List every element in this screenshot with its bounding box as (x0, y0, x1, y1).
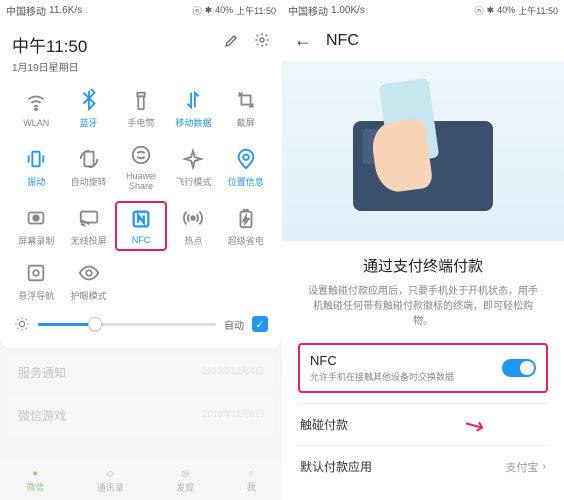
status-bar: 中国移动 11.6K/s ⓝ ✱ 40% 上午11:50 (0, 0, 282, 20)
qs-tile-屏幕录制[interactable]: 屏幕录制 (10, 201, 62, 251)
tap-pay-row[interactable]: 触碰付款 (298, 403, 548, 445)
qs-tile-label: 无线投屏 (71, 234, 107, 247)
qs-tile-自动旋转[interactable]: 自动旋转 (62, 139, 114, 195)
quick-settings-panel: 中午11:50 1月19日星期日 WLAN 蓝牙 手电筒 移动数据 截屏振动 自动旋转 Hu… (0, 20, 282, 348)
battery-saver-icon (234, 206, 258, 230)
default-pay-app-row[interactable]: 默认付款应用 支付宝› (298, 445, 548, 487)
qs-tile-蓝牙[interactable]: 蓝牙 (62, 84, 114, 133)
eye-icon (77, 261, 101, 285)
brightness-icon (14, 316, 30, 332)
left-phone-quicksettings: 中国移动 11.6K/s ⓝ ✱ 40% 上午11:50 中午11:50 1月1… (0, 0, 282, 500)
panel-time: 中午11:50 (12, 32, 87, 57)
qs-tile-无线投屏[interactable]: 无线投屏 (62, 201, 114, 251)
qs-tile-label: 移动数据 (175, 116, 211, 129)
nfc-section-heading: 通过支付终端付款 (298, 255, 548, 276)
battery-label: 40% (215, 5, 233, 15)
qs-tile-nfc[interactable]: NFC (115, 201, 167, 251)
nfc-status-icon: ⓝ (475, 4, 484, 17)
clock: 上午11:50 (518, 4, 558, 17)
qs-tile-护眼模式[interactable]: 护眼模式 (62, 257, 114, 306)
page-title: NFC (326, 32, 359, 50)
qs-tile-label: 热点 (184, 234, 202, 247)
bluetooth-status-icon: ✱ (205, 5, 213, 16)
chevron-right-icon: › (542, 461, 546, 473)
qs-tile-label: NFC (132, 235, 151, 245)
qs-tile-label: 截屏 (237, 116, 255, 129)
nfc-illustration (282, 61, 564, 241)
airplane-icon (181, 147, 205, 171)
quick-settings-grid: WLAN 蓝牙 手电筒 移动数据 截屏振动 自动旋转 Huawei Share 飞行模式 位置信… (10, 84, 272, 306)
qs-tile-悬浮导航[interactable]: 悬浮导航 (10, 257, 62, 306)
settings-icon[interactable] (254, 32, 270, 48)
qs-tile-label: 自动旋转 (71, 175, 107, 188)
flashlight-icon (129, 88, 153, 112)
qs-tile-label: 飞行模式 (175, 175, 211, 188)
share-icon (129, 143, 153, 167)
qs-tile-振动[interactable]: 振动 (10, 139, 62, 195)
edit-icon[interactable] (224, 32, 240, 48)
float-nav-icon (24, 261, 48, 285)
qs-tile-手电筒[interactable]: 手电筒 (115, 84, 167, 133)
background-content: 2019年12月4日 服务通知 2019年11月8日 微信游戏 (0, 354, 282, 434)
carrier-label: 中国移动 (288, 3, 328, 18)
brightness-auto-label: 自动 (224, 317, 244, 332)
qs-tile-label: 蓝牙 (80, 116, 98, 129)
qs-tile-label: WLAN (23, 118, 49, 128)
qs-tile-label: 振动 (27, 175, 45, 188)
qs-tile-飞行模式[interactable]: 飞行模式 (167, 139, 219, 195)
carrier-label: 中国移动 (6, 3, 46, 18)
nfc-toggle-row[interactable]: NFC 允许手机在接触其他设备时交换数据 (298, 343, 548, 393)
nfc-status-icon: ⓝ (193, 4, 202, 17)
qs-tile-label: 超级省电 (228, 234, 264, 247)
battery-label: 40% (497, 5, 515, 15)
bluetooth-status-icon: ✱ (487, 5, 495, 16)
status-bar: 中国移动 1.00K/s ⓝ ✱ 40% 上午11:50 (282, 0, 564, 20)
brightness-auto-checkbox[interactable]: ✓ (252, 316, 268, 332)
net-speed: 1.00K/s (331, 5, 365, 16)
qs-tile-wlan[interactable]: WLAN (10, 84, 62, 133)
right-phone-nfc-settings: 中国移动 1.00K/s ⓝ ✱ 40% 上午11:50 ← NFC 通过支付终… (282, 0, 564, 500)
qs-tile-label: 悬浮导航 (18, 289, 54, 302)
qs-tile-label: 手电筒 (127, 116, 154, 129)
rotate-icon (77, 147, 101, 171)
qs-tile-label: 位置信息 (228, 175, 264, 188)
nfc-icon (129, 207, 153, 231)
qs-tile-移动数据[interactable]: 移动数据 (167, 84, 219, 133)
back-icon[interactable]: ← (294, 30, 312, 51)
location-icon (234, 147, 258, 171)
bluetooth-icon (77, 88, 101, 112)
data-icon (181, 88, 205, 112)
qs-tile-label: Huawei Share (115, 171, 167, 191)
wifi-icon (24, 90, 48, 114)
qs-tile-位置信息[interactable]: 位置信息 (220, 139, 272, 195)
bottom-nav: ●微信 ◇通讯录 ◎发现 ○我 (0, 462, 282, 500)
nfc-toggle-title: NFC (310, 353, 454, 368)
nfc-page-header: ← NFC (282, 20, 564, 61)
qs-tile-huawei share[interactable]: Huawei Share (115, 139, 167, 195)
qs-tile-超级省电[interactable]: 超级省电 (220, 201, 272, 251)
clock: 上午11:50 (236, 4, 276, 17)
cast-icon (77, 206, 101, 230)
net-speed: 11.6K/s (49, 5, 82, 16)
qs-tile-label: 屏幕录制 (18, 234, 54, 247)
brightness-row: 自动 ✓ (10, 306, 272, 336)
qs-tile-热点[interactable]: 热点 (167, 201, 219, 251)
screenshot-icon (234, 88, 258, 112)
record-icon (24, 206, 48, 230)
panel-date: 1月19日星期日 (12, 59, 87, 74)
nfc-toggle-switch[interactable] (502, 359, 536, 377)
vibrate-icon (24, 147, 48, 171)
hotspot-icon (181, 206, 205, 230)
qs-tile-截屏[interactable]: 截屏 (220, 84, 272, 133)
qs-tile-label: 护眼模式 (71, 289, 107, 302)
nfc-description: 设置触碰付款应用后，只要手机处于开机状态，用手机触碰任何带有触碰付款徽标的终端，… (298, 284, 548, 329)
brightness-slider[interactable] (38, 323, 216, 326)
nfc-toggle-subtitle: 允许手机在接触其他设备时交换数据 (310, 370, 454, 383)
